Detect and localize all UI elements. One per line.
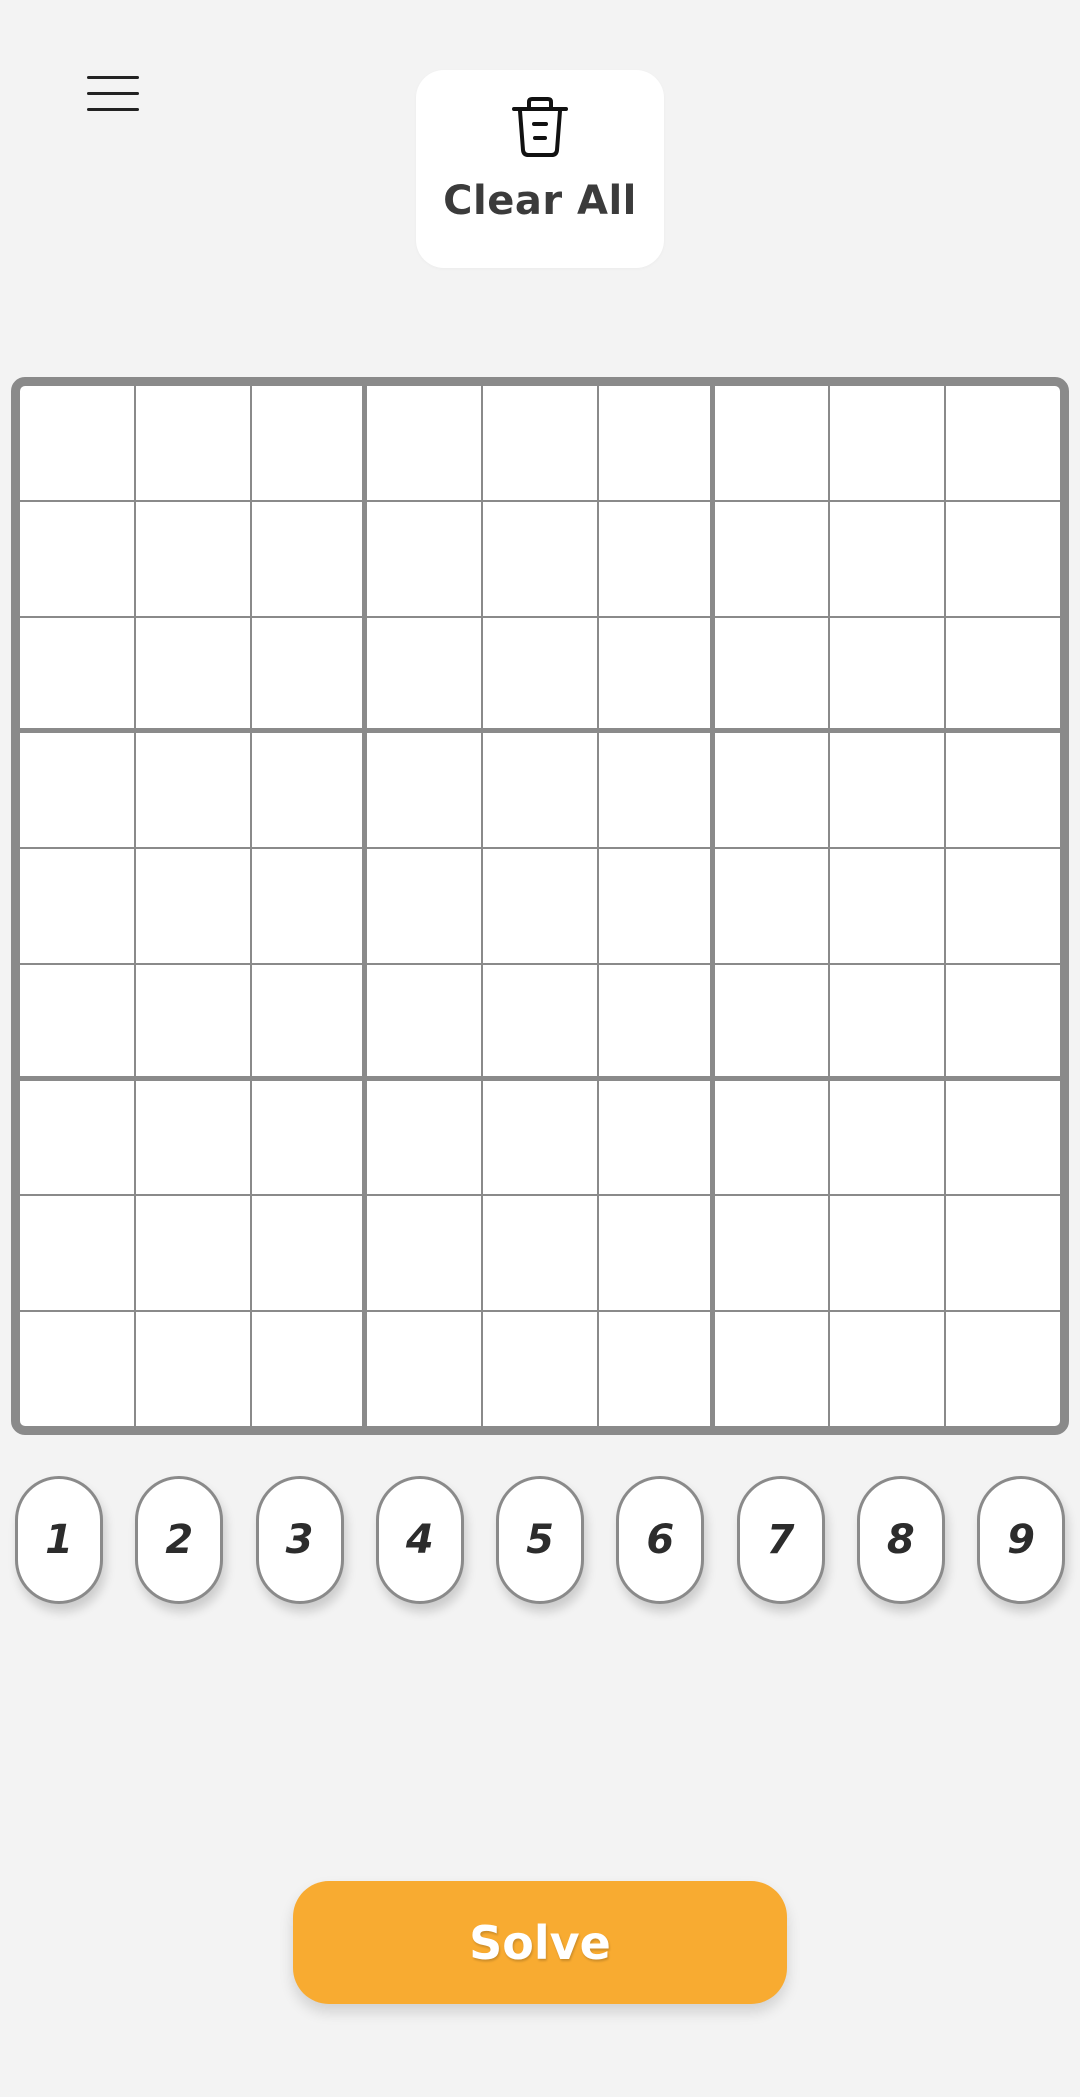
sudoku-cell[interactable] (598, 964, 710, 1076)
sudoku-board (11, 377, 1069, 1435)
sudoku-cell[interactable] (20, 964, 134, 1076)
sudoku-solver-screen: Clear All 123456789 Solve (0, 0, 1080, 2097)
sudoku-cell[interactable] (367, 849, 482, 963)
sudoku-cell[interactable] (830, 1312, 945, 1426)
sudoku-cell[interactable] (714, 1080, 829, 1195)
sudoku-cell[interactable] (20, 386, 134, 500)
sudoku-cell[interactable] (830, 386, 945, 500)
sudoku-cell[interactable] (135, 501, 250, 616)
sudoku-cell[interactable] (946, 1312, 1060, 1426)
sudoku-cell[interactable] (483, 617, 597, 729)
sudoku-cell[interactable] (251, 501, 363, 616)
sudoku-cell[interactable] (135, 733, 250, 848)
number-key-8[interactable]: 8 (856, 1476, 945, 1604)
sudoku-cell[interactable] (946, 1080, 1060, 1195)
sudoku-cell[interactable] (367, 1312, 482, 1426)
sudoku-cell[interactable] (714, 849, 829, 963)
sudoku-cell[interactable] (483, 1312, 597, 1426)
sudoku-cell[interactable] (830, 1080, 945, 1195)
sudoku-cell[interactable] (135, 964, 250, 1076)
sudoku-cell[interactable] (251, 617, 363, 729)
sudoku-cell[interactable] (946, 617, 1060, 729)
sudoku-cell[interactable] (20, 1312, 134, 1426)
sudoku-cell[interactable] (251, 1080, 363, 1195)
sudoku-cell[interactable] (714, 733, 829, 848)
trash-icon (512, 97, 568, 157)
number-key-3[interactable]: 3 (255, 1476, 344, 1604)
sudoku-cell[interactable] (714, 1196, 829, 1311)
solve-button[interactable]: Solve (293, 1881, 787, 2004)
sudoku-cell[interactable] (20, 617, 134, 729)
clear-all-label: Clear All (443, 178, 637, 224)
sudoku-cell[interactable] (251, 964, 363, 1076)
sudoku-cell[interactable] (830, 964, 945, 1076)
sudoku-cell[interactable] (251, 849, 363, 963)
sudoku-cell[interactable] (251, 1312, 363, 1426)
sudoku-cell[interactable] (20, 1196, 134, 1311)
sudoku-cell[interactable] (946, 501, 1060, 616)
sudoku-cell[interactable] (714, 964, 829, 1076)
number-pad: 123456789 (15, 1476, 1065, 1608)
sudoku-cell[interactable] (135, 386, 250, 500)
sudoku-cell[interactable] (598, 1196, 710, 1311)
sudoku-cell[interactable] (483, 1196, 597, 1311)
sudoku-cell[interactable] (598, 501, 710, 616)
sudoku-cell[interactable] (830, 849, 945, 963)
sudoku-cell[interactable] (367, 501, 482, 616)
number-key-4[interactable]: 4 (375, 1476, 464, 1604)
sudoku-cell[interactable] (367, 617, 482, 729)
sudoku-cell[interactable] (598, 1312, 710, 1426)
menu-button[interactable] (80, 68, 146, 120)
sudoku-cell[interactable] (483, 1080, 597, 1195)
sudoku-cell[interactable] (135, 1080, 250, 1195)
sudoku-cell[interactable] (598, 386, 710, 500)
sudoku-cell[interactable] (367, 733, 482, 848)
sudoku-cell[interactable] (714, 501, 829, 616)
sudoku-cell[interactable] (483, 964, 597, 1076)
sudoku-cell[interactable] (830, 501, 945, 616)
sudoku-cell[interactable] (946, 386, 1060, 500)
sudoku-cell[interactable] (830, 733, 945, 848)
sudoku-cell[interactable] (367, 1080, 482, 1195)
sudoku-cell[interactable] (598, 1080, 710, 1195)
sudoku-cell[interactable] (251, 1196, 363, 1311)
sudoku-cell[interactable] (367, 386, 482, 500)
clear-all-button[interactable]: Clear All (416, 70, 664, 268)
sudoku-cell[interactable] (830, 617, 945, 729)
sudoku-cell[interactable] (598, 849, 710, 963)
sudoku-cell[interactable] (946, 849, 1060, 963)
sudoku-cell[interactable] (20, 849, 134, 963)
sudoku-cell[interactable] (714, 386, 829, 500)
sudoku-cell[interactable] (946, 1196, 1060, 1311)
sudoku-cell[interactable] (714, 1312, 829, 1426)
sudoku-cell[interactable] (251, 386, 363, 500)
sudoku-cell[interactable] (20, 1080, 134, 1195)
number-key-1[interactable]: 1 (15, 1476, 103, 1604)
sudoku-cell[interactable] (367, 964, 482, 1076)
number-key-9[interactable]: 9 (977, 1476, 1065, 1604)
sudoku-cell[interactable] (483, 849, 597, 963)
sudoku-cell[interactable] (20, 501, 134, 616)
sudoku-cell[interactable] (598, 617, 710, 729)
sudoku-cell[interactable] (483, 501, 597, 616)
sudoku-cell[interactable] (714, 617, 829, 729)
number-key-5[interactable]: 5 (496, 1476, 584, 1604)
sudoku-cell[interactable] (135, 617, 250, 729)
sudoku-cell[interactable] (251, 733, 363, 848)
sudoku-cell[interactable] (946, 733, 1060, 848)
sudoku-cell[interactable] (830, 1196, 945, 1311)
sudoku-cell[interactable] (135, 1312, 250, 1426)
sudoku-cell[interactable] (367, 1196, 482, 1311)
sudoku-cell[interactable] (946, 964, 1060, 1076)
number-key-6[interactable]: 6 (616, 1476, 705, 1604)
number-key-2[interactable]: 2 (135, 1476, 224, 1604)
sudoku-cell[interactable] (483, 386, 597, 500)
sudoku-cell[interactable] (20, 733, 134, 848)
sudoku-cell[interactable] (135, 849, 250, 963)
sudoku-cell[interactable] (483, 733, 597, 848)
number-key-7[interactable]: 7 (736, 1476, 825, 1604)
sudoku-cell[interactable] (135, 1196, 250, 1311)
sudoku-cell[interactable] (598, 733, 710, 848)
